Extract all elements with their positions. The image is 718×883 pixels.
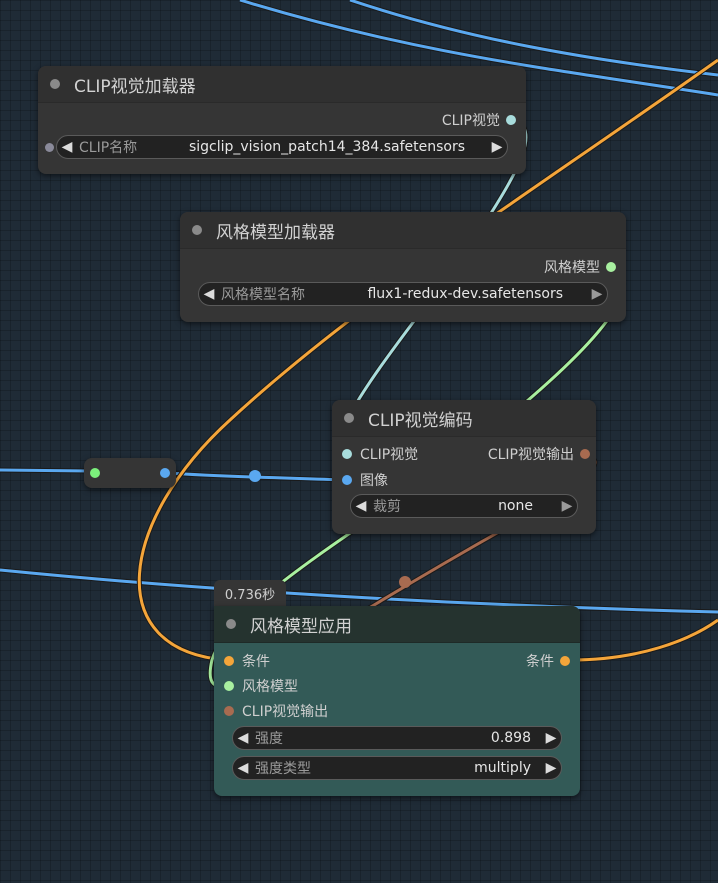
image-input[interactable]: 图像 [342,470,388,490]
input-label: CLIP视觉输出 [242,704,329,720]
reroute-node[interactable] [84,458,176,488]
output-label: CLIP视觉 [441,113,500,129]
collapse-dot-icon[interactable] [192,225,202,235]
style-model-output[interactable]: 风格模型 [544,257,616,277]
widget-label: 强度类型 [255,761,311,777]
widget-value: multiply [474,760,531,776]
style-model-name-combo[interactable]: ◀ 风格模型名称 flux1-redux-dev.safetensors ▶ [198,282,608,306]
left-arrow-icon[interactable]: ◀ [233,760,253,776]
right-arrow-icon[interactable]: ▶ [541,730,561,746]
wire-midpoint-blue[interactable] [249,470,261,482]
node-title: 风格模型加载器 [216,222,335,243]
strength-number-widget[interactable]: ◀ 强度 0.898 ▶ [232,726,562,750]
right-arrow-icon[interactable]: ▶ [541,760,561,776]
input-label: 条件 [242,654,270,670]
output-label: CLIP视觉输出 [487,447,574,463]
wire-midpoint-brown[interactable] [399,576,411,588]
node-title-bar[interactable]: 风格模型加载器 [180,212,626,249]
left-arrow-icon[interactable]: ◀ [199,286,219,302]
input-label: 图像 [360,473,388,489]
right-arrow-icon[interactable]: ▶ [587,286,607,302]
widget-value: sigclip_vision_patch14_384.safetensors [188,139,465,155]
widget-label: 裁剪 [373,499,401,515]
strength-type-combo[interactable]: ◀ 强度类型 multiply ▶ [232,756,562,780]
clip-vision-input[interactable]: CLIP视觉 [342,444,418,464]
image-input-dot[interactable] [342,475,352,485]
condition-output[interactable]: 条件 [526,651,570,671]
crop-combo[interactable]: ◀ 裁剪 none ▶ [350,494,578,518]
widget-value: 0.898 [490,730,531,746]
node-title: 风格模型应用 [250,616,352,637]
node-title-bar[interactable]: 风格模型应用 [214,606,580,643]
execution-time-badge: 0.736秒 [214,580,286,606]
clip-vision-output-dot[interactable] [506,115,516,125]
node-title-bar[interactable]: CLIP视觉加载器 [38,66,526,103]
node-title-bar[interactable]: CLIP视觉编码 [332,400,596,437]
condition-input[interactable]: 条件 [224,651,270,671]
style-model-apply-node[interactable]: 风格模型应用 条件 风格模型 CLIP视觉输出 条件 ◀ 强度 0.898 ▶ … [214,606,580,796]
clip-vision-encode-node[interactable]: CLIP视觉编码 CLIP视觉 图像 CLIP视觉输出 ◀ 裁剪 none ▶ [332,400,596,534]
widget-value: flux1-redux-dev.safetensors [367,286,563,302]
condition-input-dot[interactable] [224,656,234,666]
widget-value: none [498,498,533,514]
right-arrow-icon[interactable]: ▶ [557,498,577,514]
blue-wire-top-2-line [349,0,718,77]
clip-vision-output-input-dot[interactable] [224,706,234,716]
output-label: 风格模型 [544,260,600,276]
style-model-output-dot[interactable] [606,262,616,272]
style-model-loader-node[interactable]: 风格模型加载器 风格模型 ◀ 风格模型名称 flux1-redux-dev.sa… [180,212,626,322]
right-arrow-icon[interactable]: ▶ [487,139,507,155]
clip-vision-loader-node[interactable]: CLIP视觉加载器 CLIP视觉 ◀ CLIP名称 sigclip_vision… [38,66,526,174]
collapse-dot-icon[interactable] [226,619,236,629]
clip-name-combo[interactable]: ◀ CLIP名称 sigclip_vision_patch14_384.safe… [56,135,508,159]
output-label: 条件 [526,654,554,670]
blue-wire-top-2 [349,0,718,78]
reroute-input-dot[interactable] [90,468,100,478]
left-arrow-icon[interactable]: ◀ [57,139,77,155]
widget-label: CLIP名称 [79,140,138,156]
condition-output-dot[interactable] [560,656,570,666]
collapse-dot-icon[interactable] [50,79,60,89]
left-arrow-icon[interactable]: ◀ [351,498,371,514]
clip-vision-input-dot[interactable] [342,449,352,459]
execution-time-text: 0.736秒 [224,587,276,603]
style-model-input[interactable]: 风格模型 [224,676,298,696]
style-model-input-dot[interactable] [224,681,234,691]
clip-vision-output-input[interactable]: CLIP视觉输出 [224,701,328,721]
input-label: CLIP视觉 [360,447,419,463]
node-title: CLIP视觉编码 [368,410,473,431]
orange-wire-out [569,617,718,663]
collapse-dot-icon[interactable] [344,413,354,423]
left-arrow-icon[interactable]: ◀ [233,730,253,746]
reroute-output-dot[interactable] [160,468,170,478]
widget-input-dot[interactable] [45,143,54,152]
clip-vision-output[interactable]: CLIP视觉 [442,110,516,130]
clip-vision-output[interactable]: CLIP视觉输出 [488,444,590,464]
widget-label: 风格模型名称 [221,287,305,303]
clip-vision-output-dot[interactable] [580,449,590,459]
node-title: CLIP视觉加载器 [74,76,196,97]
input-label: 风格模型 [242,679,298,695]
widget-label: 强度 [255,731,283,747]
